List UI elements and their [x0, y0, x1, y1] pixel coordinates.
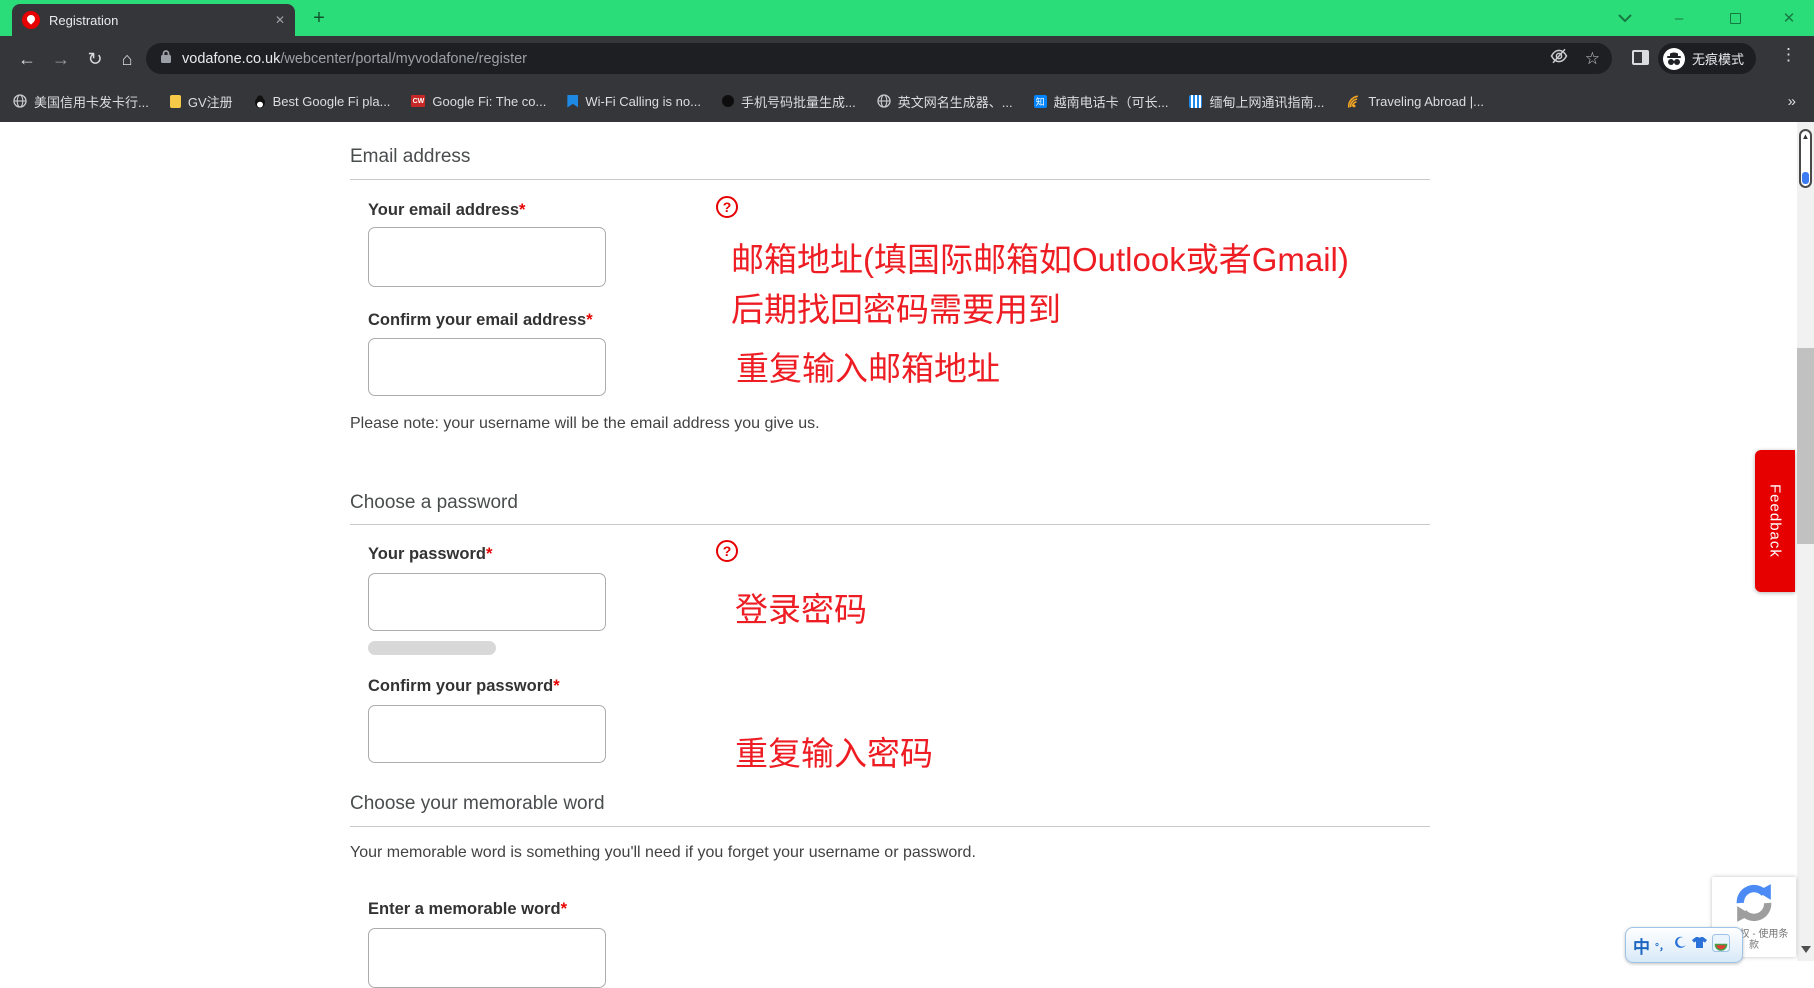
- url-text: vodafone.co.uk/webcenter/portal/myvodafo…: [182, 51, 527, 67]
- striped-site-icon: [1189, 95, 1202, 108]
- ime-skin-icon[interactable]: [1692, 936, 1707, 954]
- bookmark-item[interactable]: 英文网名生成器、...: [877, 92, 1013, 111]
- bookmark-item[interactable]: GV注册: [170, 92, 233, 111]
- confirm-password-label: Confirm your password*: [368, 677, 560, 696]
- bookmark-item[interactable]: Traveling Abroad |...: [1345, 94, 1484, 109]
- bookmark-item[interactable]: 缅甸上网通讯指南...: [1189, 92, 1324, 111]
- scrollbar-thumb[interactable]: [1797, 348, 1814, 544]
- email-label: Your email address*: [368, 201, 525, 220]
- window-maximize-button[interactable]: [1718, 3, 1752, 33]
- browser-tab-registration[interactable]: Registration ✕: [12, 4, 295, 36]
- annotation-password: 登录密码: [735, 583, 867, 631]
- password-label: Your password*: [368, 545, 492, 564]
- tab-title: Registration: [49, 13, 266, 28]
- confirm-password-input[interactable]: [368, 705, 606, 763]
- globe-icon: [13, 94, 27, 108]
- note-icon: [170, 95, 181, 108]
- memorable-word-input[interactable]: [368, 928, 606, 988]
- annotation-confirm-email: 重复输入邮箱地址: [736, 342, 1000, 390]
- required-asterisk: *: [586, 311, 592, 329]
- feedback-button[interactable]: Feedback: [1755, 450, 1795, 592]
- section-divider: [350, 524, 1430, 525]
- incognito-label: 无痕模式: [1692, 49, 1744, 68]
- up-arrow-icon: ▲: [1802, 133, 1810, 141]
- ime-mode-chinese[interactable]: 中: [1633, 933, 1650, 958]
- bookmark-item[interactable]: 美国信用卡发卡行...: [13, 92, 149, 111]
- help-icon[interactable]: ?: [716, 196, 738, 218]
- help-icon[interactable]: ?: [716, 540, 738, 562]
- password-section-heading: Choose a password: [350, 492, 518, 514]
- required-asterisk: *: [553, 677, 559, 695]
- annotation-email: 邮箱地址(填国际邮箱如Outlook或者Gmail): [731, 233, 1349, 281]
- back-button[interactable]: ←: [14, 46, 40, 72]
- window-chevron-down-icon[interactable]: [1608, 3, 1642, 33]
- required-asterisk: *: [486, 545, 492, 563]
- tab-close-icon[interactable]: ✕: [275, 13, 285, 27]
- required-asterisk: *: [561, 900, 567, 918]
- wifi-signal-icon: [1344, 92, 1364, 110]
- bookmark-item[interactable]: Best Google Fi pla...: [254, 94, 391, 109]
- bookmark-item[interactable]: 知 越南电话卡（可长...: [1034, 92, 1169, 111]
- section-divider: [350, 826, 1430, 827]
- scroll-to-top-widget[interactable]: ▲: [1799, 129, 1812, 188]
- url-path: /webcenter/portal/myvodafone/register: [280, 51, 527, 67]
- bookmark-star-icon[interactable]: ☆: [1585, 49, 1600, 69]
- ime-night-mode-icon[interactable]: [1674, 936, 1687, 954]
- address-bar[interactable]: vodafone.co.uk/webcenter/portal/myvodafo…: [146, 43, 1612, 74]
- window-minimize-button[interactable]: –: [1662, 3, 1696, 33]
- email-section-heading: Email address: [350, 146, 470, 168]
- reload-button[interactable]: ↻: [82, 46, 108, 72]
- required-asterisk: *: [519, 201, 525, 219]
- eye-slash-icon[interactable]: [1549, 47, 1569, 70]
- annotation-email-recovery: 后期找回密码需要用到: [731, 283, 1061, 331]
- home-button[interactable]: ⌂: [114, 46, 140, 72]
- window-titlebar: Registration ✕ + – ✕: [0, 0, 1814, 36]
- menu-kebab-icon[interactable]: ⋮: [1780, 45, 1797, 65]
- lock-icon: [160, 49, 172, 69]
- username-note: Please note: your username will be the e…: [350, 415, 820, 433]
- password-input[interactable]: [368, 573, 606, 631]
- ime-punctuation-icon[interactable]: °，: [1655, 938, 1669, 953]
- bookmark-item[interactable]: Wi-Fi Calling is no...: [567, 94, 701, 109]
- black-circle-icon: [722, 95, 734, 107]
- confirm-email-label: Confirm your email address*: [368, 311, 593, 330]
- annotation-confirm-password: 重复输入密码: [735, 727, 933, 775]
- memorable-section-heading: Choose your memorable word: [350, 793, 605, 815]
- confirm-email-input[interactable]: [368, 338, 606, 396]
- bookmark-item[interactable]: 手机号码批量生成...: [722, 92, 856, 111]
- email-input[interactable]: [368, 227, 606, 287]
- new-tab-button[interactable]: +: [308, 7, 330, 29]
- blue-bookmark-icon: [567, 95, 578, 108]
- bookmarks-bar: 美国信用卡发卡行... GV注册 Best Google Fi pla... C…: [0, 80, 1814, 122]
- memorable-word-label: Enter a memorable word*: [368, 900, 567, 919]
- forward-button[interactable]: →: [48, 46, 74, 72]
- recaptcha-logo-icon: [1733, 882, 1775, 924]
- scroll-progress-indicator: [1802, 172, 1809, 184]
- memorable-description: Your memorable word is something you'll …: [350, 844, 976, 862]
- vodafone-favicon-icon: [22, 11, 40, 29]
- cw-icon: CW: [411, 95, 425, 107]
- penguin-icon: [254, 95, 266, 108]
- side-panel-icon[interactable]: [1632, 50, 1649, 65]
- globe-icon: [877, 94, 891, 108]
- password-strength-bar: [368, 641, 496, 655]
- incognito-spy-icon: [1663, 48, 1685, 70]
- incognito-badge[interactable]: 无痕模式: [1658, 43, 1756, 74]
- bookmarks-overflow-icon[interactable]: »: [1788, 93, 1796, 110]
- scrollbar-down-arrow-icon[interactable]: [1801, 946, 1811, 953]
- bookmark-item[interactable]: CW Google Fi: The co...: [411, 94, 546, 109]
- window-close-button[interactable]: ✕: [1772, 3, 1806, 33]
- url-domain: vodafone.co.uk: [182, 51, 280, 67]
- zhihu-icon: 知: [1034, 95, 1047, 108]
- sogou-watermelon-icon[interactable]: [1712, 934, 1730, 957]
- section-divider: [350, 179, 1430, 180]
- ime-toolbar[interactable]: 中 °，: [1625, 927, 1743, 963]
